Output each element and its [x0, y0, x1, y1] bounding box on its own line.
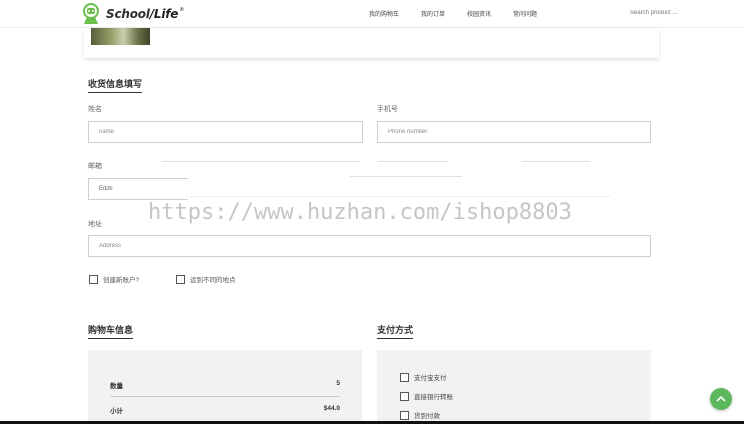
shipping-section-title: 收货信息填写: [88, 77, 143, 93]
payment-option-cod[interactable]: 货到付款: [400, 410, 440, 420]
name-input[interactable]: [88, 121, 363, 143]
email-input[interactable]: Edds: [88, 178, 188, 200]
cod-checkbox[interactable]: [400, 410, 409, 420]
ship-different-option[interactable]: 运到不同的地点: [176, 274, 236, 284]
alipay-label: 支付宝支付: [414, 375, 447, 382]
nav-item-news[interactable]: 校园资讯: [467, 9, 491, 18]
main-nav: 我的购物车 我的订单 校园资讯 常问问题: [369, 9, 537, 18]
address-label: 地址: [88, 221, 102, 228]
logo-life-text: Life: [153, 7, 179, 21]
summary-row-subtotal: 小计 $44.0: [110, 405, 340, 415]
render-streak: [378, 161, 448, 162]
render-streak: [190, 196, 610, 197]
render-streak: [162, 161, 360, 162]
summary-row-quantity: 数量 5: [110, 380, 340, 390]
quantity-value: 5: [336, 380, 340, 387]
product-thumbnail[interactable]: [91, 28, 150, 45]
phone-input[interactable]: [377, 121, 651, 143]
create-account-option[interactable]: 创建新账户?: [89, 274, 139, 284]
search-input[interactable]: [630, 7, 734, 19]
nav-item-cart[interactable]: 我的购物车: [369, 9, 399, 18]
name-label: 姓名: [88, 106, 102, 113]
nav-item-orders[interactable]: 我的订单: [421, 9, 445, 18]
email-label: 邮箱: [88, 163, 102, 170]
logo-reg-mark: ®: [179, 7, 185, 13]
site-logo[interactable]: School/Life®: [80, 0, 184, 28]
subtotal-value: $44.0: [323, 405, 340, 412]
payment-option-bank-transfer[interactable]: 直接银行转账: [400, 391, 453, 401]
product-card: [84, 28, 659, 58]
logo-school-text: School: [106, 7, 150, 21]
address-input[interactable]: [88, 235, 651, 257]
top-header: School/Life® 我的购物车 我的订单 校园资讯 常问问题: [0, 0, 744, 28]
quantity-label: 数量: [110, 383, 123, 390]
summary-divider: [110, 396, 340, 397]
phone-label: 手机号: [377, 106, 398, 113]
cart-summary-panel: 数量 5 小计 $44.0: [88, 350, 362, 424]
create-account-label: 创建新账户?: [103, 277, 140, 284]
render-streak: [522, 161, 590, 162]
alipay-checkbox[interactable]: [400, 372, 409, 382]
bank-transfer-checkbox[interactable]: [400, 391, 409, 401]
back-to-top-button[interactable]: [710, 388, 732, 410]
payment-panel: 支付宝支付 直接银行转账 货到付款: [377, 350, 651, 424]
ship-different-label: 运到不同的地点: [190, 277, 236, 284]
subtotal-label: 小计: [110, 408, 123, 415]
robot-mascot-icon: [80, 2, 102, 26]
payment-section-title: 支付方式: [377, 323, 414, 339]
nav-item-faq[interactable]: 常问问题: [513, 9, 537, 18]
payment-option-alipay[interactable]: 支付宝支付: [400, 372, 447, 382]
ship-different-checkbox[interactable]: [176, 274, 185, 284]
create-account-checkbox[interactable]: [89, 274, 98, 284]
watermark-text: https://www.huzhan.com/ishop8803: [148, 200, 572, 225]
chevron-up-icon: [716, 390, 726, 408]
bank-transfer-label: 直接银行转账: [414, 394, 453, 401]
cart-section-title: 购物车信息: [88, 323, 134, 339]
render-streak: [350, 176, 462, 177]
cod-label: 货到付款: [414, 413, 440, 420]
